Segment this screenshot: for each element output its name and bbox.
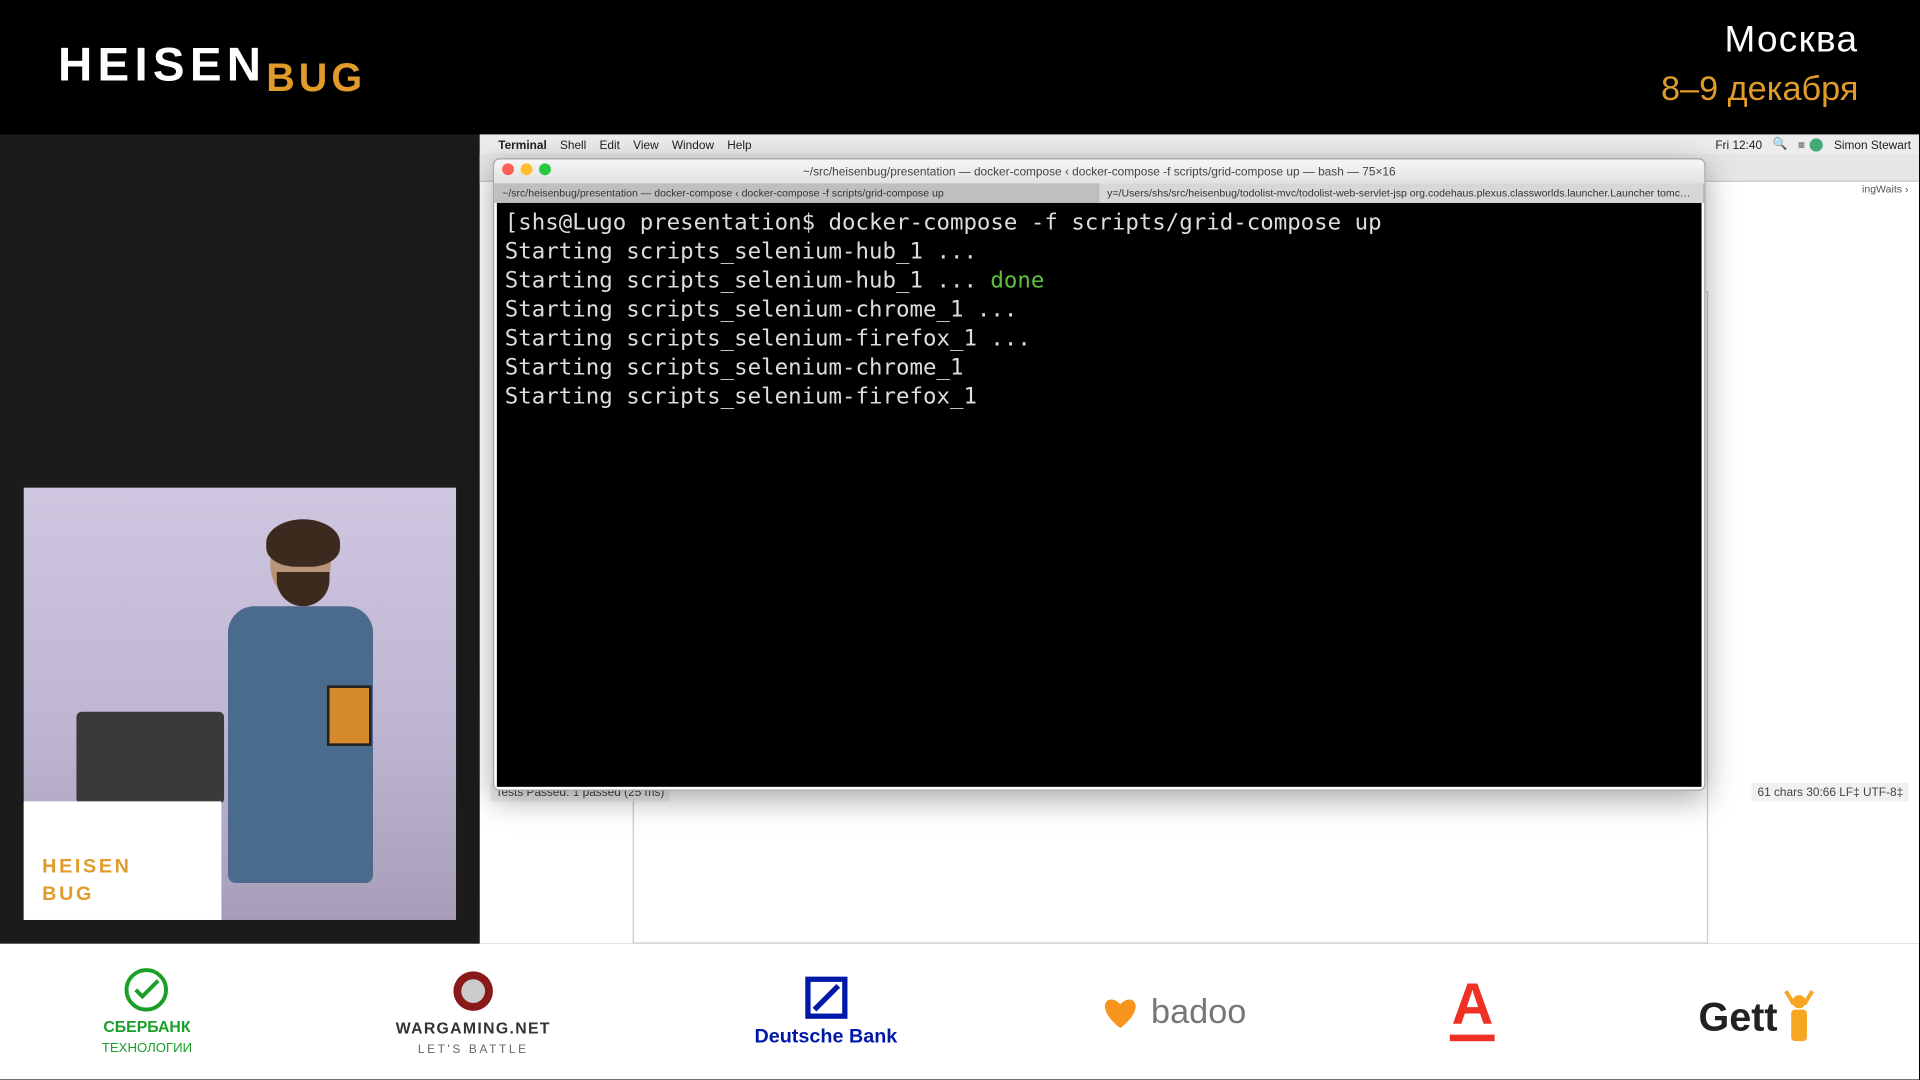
spotlight-icon[interactable]: 🔍 [1773, 137, 1788, 151]
notifications-icon[interactable]: ≡ [1798, 138, 1805, 151]
window-minimize-icon[interactable] [521, 163, 533, 175]
sponsor-sub: ТЕХНОЛОГИИ [102, 1041, 192, 1055]
podium: HEISENBUG [24, 801, 222, 920]
sponsor-label: badoo [1151, 991, 1246, 1032]
user-avatar-icon[interactable] [1810, 138, 1823, 151]
terminal-tab-1[interactable]: ~/src/heisenbug/presentation — docker-co… [494, 183, 1099, 203]
menubar-clock[interactable]: Fri 12:40 [1715, 138, 1762, 151]
menu-shell[interactable]: Shell [560, 138, 586, 151]
location-label: Москва [1724, 18, 1858, 60]
dates-label: 8–9 декабря [1661, 69, 1858, 110]
menu-edit[interactable]: Edit [600, 138, 620, 151]
menu-view[interactable]: View [633, 138, 659, 151]
speaker-camera: HEISENBUG [24, 488, 456, 920]
sponsor-label: Deutsche Bank [754, 1025, 897, 1047]
conference-header: HEISENBUG Москва 8–9 декабря [0, 0, 1919, 134]
sponsor-badoo: badoo [1101, 991, 1246, 1032]
terminal-tab-2[interactable]: y=/Users/shs/src/heisenbug/todolist-mvc/… [1099, 183, 1704, 203]
terminal-titlebar[interactable]: ~/src/heisenbug/presentation — docker-co… [494, 159, 1704, 183]
ide-status-right: 61 chars 30:66 LF‡ UTF-8‡ [1752, 783, 1908, 801]
alfa-underline-icon [1450, 1035, 1495, 1042]
conference-logo: HEISENBUG [58, 37, 366, 92]
logo-text-main: HEISEN [58, 37, 266, 91]
terminal-title-text: ~/src/heisenbug/presentation — docker-co… [803, 165, 1396, 178]
window-close-icon[interactable] [502, 163, 514, 175]
heart-icon [1101, 993, 1141, 1030]
sponsor-wargaming: WARGAMING.NET LET'S BATTLE [396, 968, 551, 1055]
deutsche-icon [803, 975, 848, 1020]
sponsor-sub: LET'S BATTLE [418, 1042, 529, 1055]
logo-text-accent: BUG [266, 57, 366, 100]
menu-app[interactable]: Terminal [498, 138, 547, 151]
sponsor-deutsche: Deutsche Bank [754, 975, 897, 1047]
sberbank-icon [125, 967, 170, 1012]
sponsor-sberbank: СБЕРБАНК ТЕХНОЛОГИИ [102, 967, 192, 1055]
speaker-panel: HEISENBUG [0, 134, 480, 943]
sponsor-gett: Gett [1698, 983, 1817, 1041]
terminal-output[interactable]: [shs@Lugo presentation$ docker-compose -… [497, 203, 1702, 787]
speaker-laptop [76, 712, 224, 804]
sponsor-label: A [1451, 982, 1493, 1029]
mac-menu-bar: Terminal Shell Edit View Window Help Fri… [480, 134, 1919, 154]
terminal-window[interactable]: ~/src/heisenbug/presentation — docker-co… [493, 158, 1706, 791]
menu-help[interactable]: Help [727, 138, 751, 151]
sponsor-label: WARGAMING.NET [396, 1018, 551, 1036]
terminal-tabs: ~/src/heisenbug/presentation — docker-co… [494, 183, 1704, 203]
ide-tab-right[interactable]: ingWaits › [1862, 183, 1908, 195]
window-zoom-icon[interactable] [539, 163, 551, 175]
sponsor-alfa: A [1450, 982, 1495, 1041]
menu-window[interactable]: Window [672, 138, 714, 151]
gett-person-icon [1780, 983, 1817, 1041]
menubar-user[interactable]: Simon Stewart [1834, 138, 1911, 151]
sponsor-label: СБЕРБАНК [103, 1017, 190, 1035]
speaker-figure [221, 527, 379, 920]
wargaming-icon [451, 968, 496, 1013]
screen-share: Terminal Shell Edit View Window Help Fri… [480, 134, 1919, 943]
podium-logo: HEISENBUG [42, 851, 131, 906]
sponsor-label: Gett [1698, 996, 1777, 1041]
sponsor-bar: СБЕРБАНК ТЕХНОЛОГИИ WARGAMING.NET LET'S … [0, 944, 1919, 1080]
